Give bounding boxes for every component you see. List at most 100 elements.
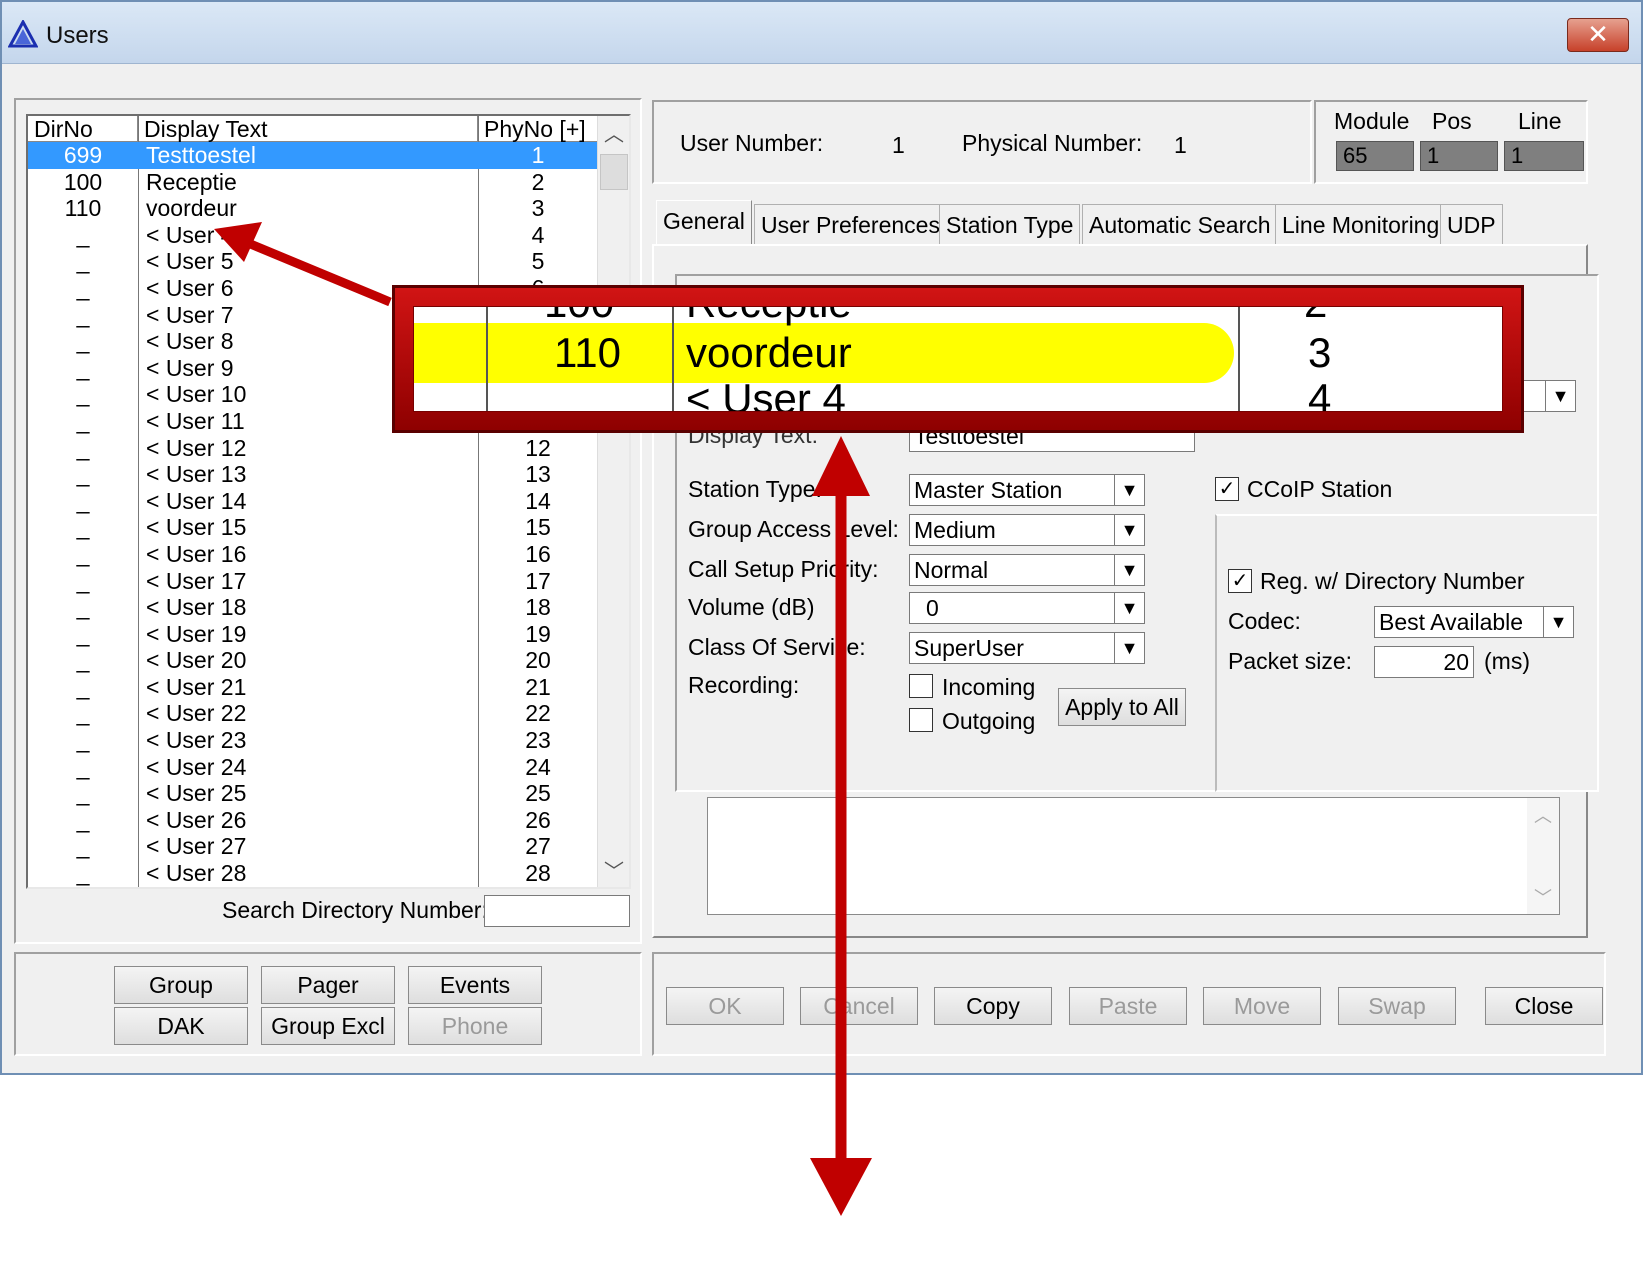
scroll-up-icon[interactable]: ︿ [1527,802,1559,828]
group-access-select[interactable]: Medium ▼ [909,514,1145,546]
row-display-text: < User 16 [146,540,247,567]
swap-button[interactable]: Swap [1338,987,1456,1025]
apply-to-all-button[interactable]: Apply to All [1058,688,1186,726]
table-row[interactable]: _ < User 17 17 [28,568,600,595]
dropdown-arrow-icon[interactable]: ▼ [1545,381,1575,411]
tab-automatic-search[interactable]: Automatic Search [1082,204,1278,244]
class-of-service-value: SuperUser [914,635,1024,661]
row-display-text: < User 27 [146,833,247,860]
pager-button[interactable]: Pager [261,966,395,1004]
row-display-text: < User 17 [146,567,247,594]
close-window-button[interactable]: ✕ [1567,18,1629,52]
row-dirno: _ [76,700,90,727]
notes-scrollbar[interactable]: ︿ ﹀ [1527,798,1559,914]
tab-udp[interactable]: UDP [1440,204,1503,244]
packet-size-input[interactable]: 20 [1374,646,1474,678]
dak-button[interactable]: DAK [114,1007,248,1045]
incoming-checkbox[interactable] [909,674,933,698]
row-phyno: 28 [525,860,551,887]
dropdown-arrow-icon[interactable]: ▼ [1114,555,1144,585]
table-row[interactable]: _ < User 19 19 [28,621,600,648]
table-row[interactable]: _ < User 14 14 [28,488,600,515]
scroll-thumb[interactable] [600,154,628,190]
table-row[interactable]: _ < User 25 25 [28,780,600,807]
class-of-service-select[interactable]: SuperUser ▼ [909,632,1145,664]
dropdown-arrow-icon[interactable]: ▼ [1114,633,1144,663]
table-row[interactable]: _ < User 27 27 [28,833,600,860]
paste-button[interactable]: Paste [1069,987,1187,1025]
copy-button[interactable]: Copy [934,987,1052,1025]
search-directory-input[interactable] [484,895,630,927]
row-phyno: 22 [525,700,551,727]
zoom-column-divider [1238,307,1240,411]
table-row[interactable]: _ < User 16 16 [28,541,600,568]
dropdown-arrow-icon[interactable]: ▼ [1114,593,1144,623]
codec-value: Best Available [1379,609,1524,635]
outgoing-checkbox[interactable] [909,708,933,732]
scroll-down-icon[interactable]: ﹀ [598,855,629,885]
move-button[interactable]: Move [1203,987,1321,1025]
header-dirno[interactable]: DirNo [28,116,138,142]
table-row[interactable]: 699 Testtoestel 1 [28,142,600,169]
events-button[interactable]: Events [408,966,542,1004]
station-type-select[interactable]: Master Station ▼ [909,474,1145,506]
table-row[interactable]: _ < User 4 4 [28,222,600,249]
dropdown-arrow-icon[interactable]: ▼ [1114,475,1144,505]
notes-textarea[interactable]: ︿ ﹀ [707,797,1560,915]
row-phyno: 26 [525,806,551,833]
station-type-value: Master Station [914,477,1063,503]
tab-user-preferences[interactable]: User Preferences [754,204,947,244]
ok-button[interactable]: OK [666,987,784,1025]
close-button[interactable]: Close [1485,987,1603,1025]
cancel-button[interactable]: Cancel [800,987,918,1025]
row-display-text: < User 23 [146,727,247,754]
codec-select[interactable]: Best Available ▼ [1374,606,1574,638]
scroll-down-icon[interactable]: ﹀ [1527,884,1559,910]
header-phyno[interactable]: PhyNo [+] [478,116,600,142]
row-dirno: _ [76,647,90,674]
dropdown-arrow-icon[interactable]: ▼ [1543,607,1573,637]
table-row[interactable]: _ < User 24 24 [28,754,600,781]
tab-general[interactable]: General [656,200,752,246]
volume-select[interactable]: 0 ▼ [909,592,1145,624]
phone-button[interactable]: Phone [408,1007,542,1045]
row-phyno: 25 [525,780,551,807]
table-row[interactable]: _ < User 20 20 [28,647,600,674]
table-row[interactable]: _ < User 12 12 [28,435,600,462]
title-bar: Users ✕ [2,2,1641,64]
user-list[interactable]: DirNo Display Text PhyNo [+] 699 Testtoes… [26,114,631,889]
table-row[interactable]: _ < User 18 18 [28,594,600,621]
table-row[interactable]: _ [28,887,600,888]
reg-directory-checkbox[interactable]: ✓ [1228,569,1252,593]
row-display-text: < User 22 [146,700,247,727]
table-row[interactable]: _ < User 13 13 [28,461,600,488]
table-row[interactable]: _ < User 21 21 [28,674,600,701]
table-row[interactable]: 110 voordeur 3 [28,195,600,222]
list-scrollbar[interactable]: ︿ ﹀ [597,116,629,887]
group-excl-button[interactable]: Group Excl [261,1007,395,1045]
row-phyno: 20 [525,647,551,674]
table-row[interactable]: _ < User 15 15 [28,514,600,541]
physical-number-value: 1 [1174,132,1187,158]
ccoip-checkbox[interactable]: ✓ [1215,477,1239,501]
table-row[interactable]: _ < User 26 26 [28,807,600,834]
tab-line-monitoring[interactable]: Line Monitoring [1275,204,1447,244]
table-row[interactable]: 100 Receptie 2 [28,169,600,196]
tab-station-type[interactable]: Station Type [939,204,1081,244]
row-dirno: _ [76,221,90,248]
dropdown-arrow-icon[interactable]: ▼ [1114,515,1144,545]
row-phyno: 18 [525,594,551,621]
row-dirno: _ [76,461,90,488]
group-button[interactable]: Group [114,966,248,1004]
row-dirno: _ [28,887,138,888]
user-number-value: 1 [892,132,905,158]
table-row[interactable]: _ < User 5 5 [28,248,600,275]
scroll-up-icon[interactable]: ︿ [598,118,629,148]
table-row[interactable]: _ < User 23 23 [28,727,600,754]
zoom-display-text: voordeur [686,329,852,376]
call-setup-select[interactable]: Normal ▼ [909,554,1145,586]
table-row[interactable]: _ < User 22 22 [28,700,600,727]
table-row[interactable]: _ < User 28 28 [28,860,600,887]
header-display-text[interactable]: Display Text [138,116,478,142]
row-display-text: < User 20 [146,647,247,674]
